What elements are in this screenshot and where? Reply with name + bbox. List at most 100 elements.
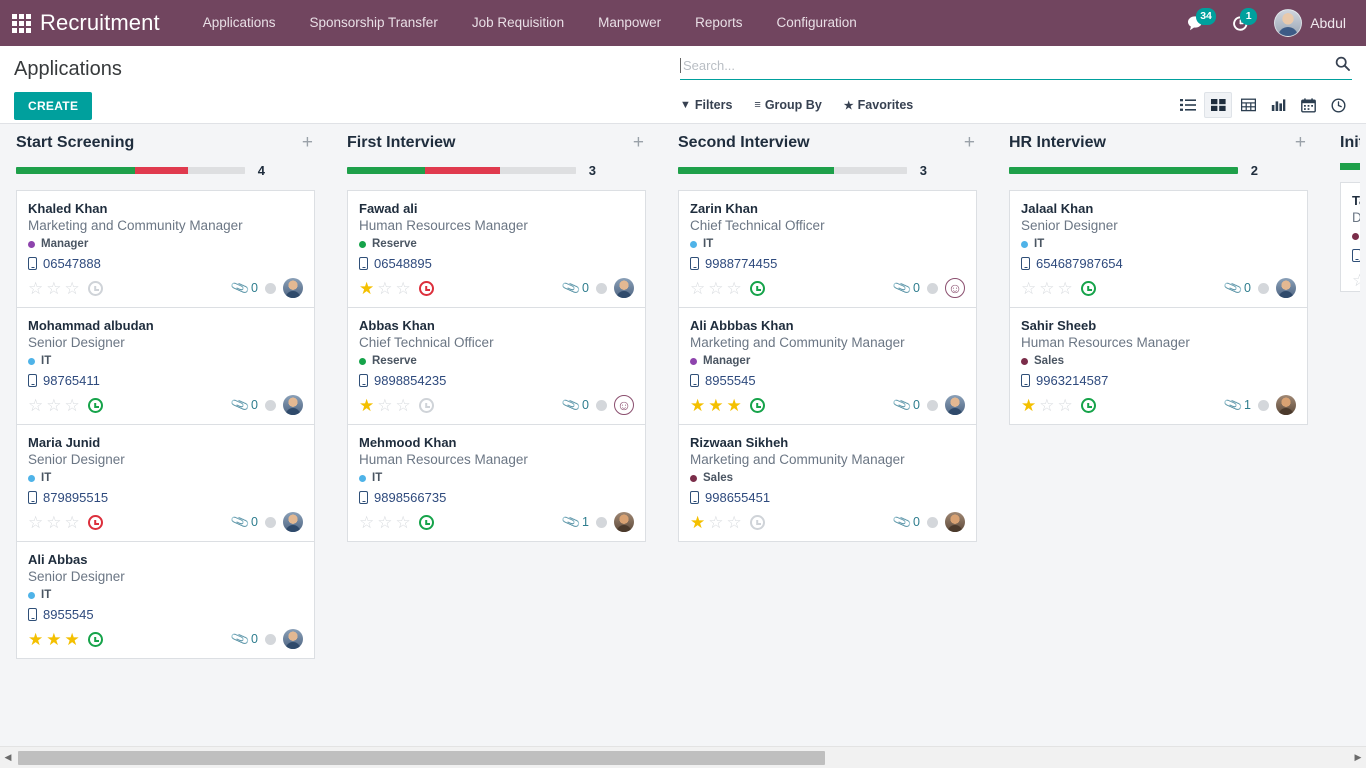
- star-2[interactable]: ☆: [708, 280, 723, 297]
- kanban-card[interactable]: Khaled Khan Marketing and Community Mana…: [16, 190, 315, 307]
- phone-number[interactable]: 9898566735: [359, 488, 634, 507]
- priority-stars[interactable]: ☆ ☆ ☆: [28, 514, 80, 531]
- create-button[interactable]: CREATE: [14, 92, 93, 120]
- horizontal-scrollbar[interactable]: ◀ ▶: [0, 746, 1366, 768]
- activity-clock-icon[interactable]: [87, 280, 103, 296]
- kanban-color-dot[interactable]: [1258, 282, 1269, 294]
- activity-clock-icon[interactable]: [418, 280, 434, 296]
- attachment-count[interactable]: 📎 0: [891, 394, 920, 414]
- star-2[interactable]: ★: [46, 631, 61, 648]
- column-record-count[interactable]: 2: [1248, 163, 1258, 178]
- assignee-avatar[interactable]: [1276, 278, 1296, 298]
- star-3[interactable]: ★: [65, 631, 80, 648]
- kanban-color-dot[interactable]: [265, 282, 276, 294]
- add-card-plus-icon[interactable]: +: [300, 133, 315, 152]
- star-2[interactable]: ☆: [377, 397, 392, 414]
- star-3[interactable]: ★: [727, 397, 742, 414]
- assignee-avatar[interactable]: [614, 395, 634, 415]
- activity-clock-icon[interactable]: [749, 514, 765, 530]
- activity-clock-icon[interactable]: [1080, 397, 1096, 413]
- menu-item-applications[interactable]: Applications: [186, 0, 293, 46]
- menu-item-reports[interactable]: Reports: [678, 0, 759, 46]
- activity-clock-icon[interactable]: [749, 397, 765, 413]
- kanban-card[interactable]: Ta De S 9 ☆: [1340, 182, 1360, 292]
- priority-stars[interactable]: ☆ ☆ ☆: [28, 280, 80, 297]
- kanban-card[interactable]: Sahir Sheeb Human Resources Manager Sale…: [1009, 307, 1308, 425]
- star-1[interactable]: ☆: [28, 514, 43, 531]
- kanban-color-dot[interactable]: [1258, 399, 1269, 411]
- star-2[interactable]: ☆: [46, 514, 61, 531]
- progress-segment[interactable]: [500, 167, 576, 174]
- add-card-plus-icon[interactable]: +: [631, 133, 646, 152]
- add-card-plus-icon[interactable]: +: [1293, 133, 1308, 152]
- progress-segment[interactable]: [424, 167, 501, 174]
- kanban-color-dot[interactable]: [596, 282, 607, 294]
- priority-stars[interactable]: ☆ ☆ ☆: [28, 397, 80, 414]
- attachment-count[interactable]: 📎 1: [560, 511, 589, 531]
- assignee-avatar[interactable]: [283, 395, 303, 415]
- attachment-count[interactable]: 📎 0: [229, 394, 258, 414]
- column-record-count[interactable]: 3: [917, 163, 927, 178]
- star-3[interactable]: ☆: [727, 280, 742, 297]
- attachment-count[interactable]: 📎 0: [560, 277, 589, 297]
- column-title[interactable]: Init: [1340, 134, 1360, 152]
- star-3[interactable]: ☆: [65, 514, 80, 531]
- star-1[interactable]: ★: [28, 631, 43, 648]
- star-2[interactable]: ☆: [377, 280, 392, 297]
- kanban-card[interactable]: Ali Abbbas Khan Marketing and Community …: [678, 307, 977, 424]
- assignee-avatar[interactable]: [945, 395, 965, 415]
- phone-number[interactable]: 06548895: [359, 254, 634, 273]
- column-record-count[interactable]: 3: [586, 163, 596, 178]
- star-1[interactable]: ★: [359, 397, 374, 414]
- phone-number[interactable]: 9988774455: [690, 254, 965, 273]
- attachment-count[interactable]: 📎 0: [229, 628, 258, 648]
- star-3[interactable]: ☆: [65, 397, 80, 414]
- kanban-color-dot[interactable]: [927, 516, 938, 528]
- star-2[interactable]: ☆: [46, 280, 61, 297]
- progress-segment[interactable]: [16, 167, 136, 174]
- view-activity-button[interactable]: [1324, 92, 1352, 118]
- star-3[interactable]: ☆: [1058, 397, 1073, 414]
- menu-item-job-requisition[interactable]: Job Requisition: [455, 0, 581, 46]
- assignee-avatar[interactable]: [945, 512, 965, 532]
- column-record-count[interactable]: 4: [255, 163, 265, 178]
- apps-grid-icon[interactable]: [8, 10, 34, 36]
- group-by-dropdown[interactable]: ≡ Group By: [754, 98, 821, 112]
- kanban-card[interactable]: Abbas Khan Chief Technical Officer Reser…: [347, 307, 646, 424]
- kanban-card[interactable]: Mohammad albudan Senior Designer IT 9876…: [16, 307, 315, 424]
- star-3[interactable]: ☆: [727, 514, 742, 531]
- kanban-color-dot[interactable]: [927, 282, 938, 294]
- activity-clock-icon[interactable]: [418, 514, 434, 530]
- phone-number[interactable]: 06547888: [28, 254, 303, 273]
- phone-number[interactable]: 8955545: [28, 605, 303, 624]
- kanban-color-dot[interactable]: [265, 516, 276, 528]
- star-1[interactable]: ☆: [690, 280, 705, 297]
- assignee-avatar[interactable]: [283, 629, 303, 649]
- star-1[interactable]: ★: [690, 514, 705, 531]
- column-title[interactable]: Second Interview: [678, 134, 810, 152]
- assignee-avatar[interactable]: [614, 512, 634, 532]
- star-2[interactable]: ☆: [1039, 397, 1054, 414]
- column-title[interactable]: Start Screening: [16, 134, 134, 152]
- star-3[interactable]: ☆: [396, 514, 411, 531]
- star-3[interactable]: ☆: [396, 397, 411, 414]
- star-3[interactable]: ☆: [65, 280, 80, 297]
- view-list-button[interactable]: [1174, 92, 1202, 118]
- kanban-color-dot[interactable]: [596, 516, 607, 528]
- attachment-count[interactable]: 📎 0: [891, 511, 920, 531]
- attachment-count[interactable]: 📎 0: [560, 394, 589, 414]
- view-graph-button[interactable]: [1264, 92, 1292, 118]
- priority-stars[interactable]: ★ ☆ ☆: [359, 397, 411, 414]
- priority-stars[interactable]: ☆ ☆ ☆: [1021, 280, 1073, 297]
- priority-stars[interactable]: ★ ★ ★: [690, 397, 742, 414]
- progress-segment[interactable]: [187, 167, 245, 174]
- menu-item-sponsorship-transfer[interactable]: Sponsorship Transfer: [293, 0, 455, 46]
- progress-segment[interactable]: [678, 167, 834, 174]
- scrollbar-thumb[interactable]: [18, 750, 826, 765]
- activity-clock-icon[interactable]: [87, 631, 103, 647]
- star-2[interactable]: ☆: [1039, 280, 1054, 297]
- kanban-card[interactable]: Fawad ali Human Resources Manager Reserv…: [347, 190, 646, 307]
- scroll-left-arrow[interactable]: ◀: [0, 752, 16, 763]
- star-2[interactable]: ☆: [708, 514, 723, 531]
- star-1[interactable]: ☆: [28, 280, 43, 297]
